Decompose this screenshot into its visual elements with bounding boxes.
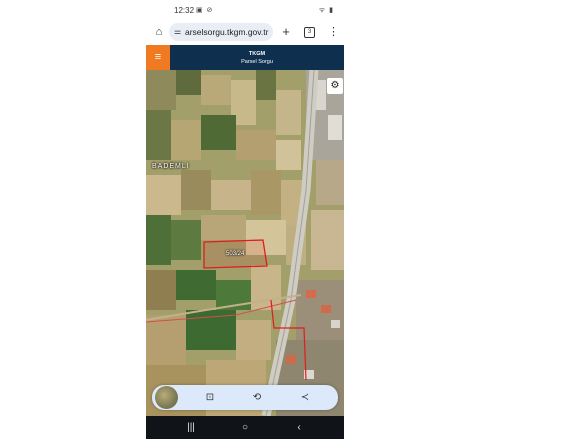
tabs-button[interactable]: 3: [304, 27, 315, 38]
phone-screen: 12:32 ▣ ⊘ ᯤ ▮ ⌂ arselsorgu.tkgm.gov.tr ⚌…: [146, 0, 344, 439]
screenshot-thumbnail[interactable]: [155, 386, 178, 409]
notification-icons: ▣ ⊘: [196, 7, 214, 14]
village-label: BADEMLI: [152, 163, 190, 170]
browser-toolbar: ⌂ arselsorgu.tkgm.gov.tr ⚌ + 3 ⋮: [146, 20, 344, 45]
url-bar[interactable]: arselsorgu.tkgm.gov.tr: [169, 23, 273, 41]
url-text: arselsorgu.tkgm.gov.tr: [185, 27, 269, 37]
home-icon[interactable]: ⌂: [152, 25, 166, 39]
app-title: TKGM: [248, 51, 266, 57]
tabs-count: 3: [307, 29, 312, 35]
map-imagery: [146, 70, 344, 416]
parcel-label[interactable]: 503/24: [226, 251, 244, 257]
navigation-bar: ||| ○ ‹: [146, 416, 344, 439]
more-vert-icon[interactable]: ⋮: [328, 24, 339, 40]
gear-icon[interactable]: ⚙: [327, 78, 343, 94]
translate-icon[interactable]: ⟲: [249, 390, 265, 406]
hamburger-icon[interactable]: ≡: [146, 45, 170, 70]
satellite-map[interactable]: ⚙ BADEMLI 503/24: [146, 70, 344, 416]
back-button[interactable]: ‹: [290, 419, 308, 436]
tune-icon[interactable]: ⚌: [174, 27, 181, 36]
status-bar: 12:32 ▣ ⊘ ᯤ ▮: [146, 0, 344, 20]
signal-battery-icons: ᯤ ▮: [318, 7, 334, 14]
recent-apps-button[interactable]: |||: [182, 419, 200, 436]
lens-icon[interactable]: ⊡: [202, 390, 218, 406]
app-header: ≡ TKGM Parsel Sorgu: [146, 45, 344, 70]
plus-icon: +: [282, 24, 290, 39]
new-tab-button[interactable]: +: [279, 24, 293, 40]
app-subtitle: Parsel Sorgu: [241, 59, 273, 65]
home-button[interactable]: ○: [236, 419, 254, 436]
status-time: 12:32: [174, 6, 195, 15]
share-toolbar: ⊡ ⟲ ≺: [152, 385, 338, 410]
share-icon[interactable]: ≺: [297, 390, 313, 406]
